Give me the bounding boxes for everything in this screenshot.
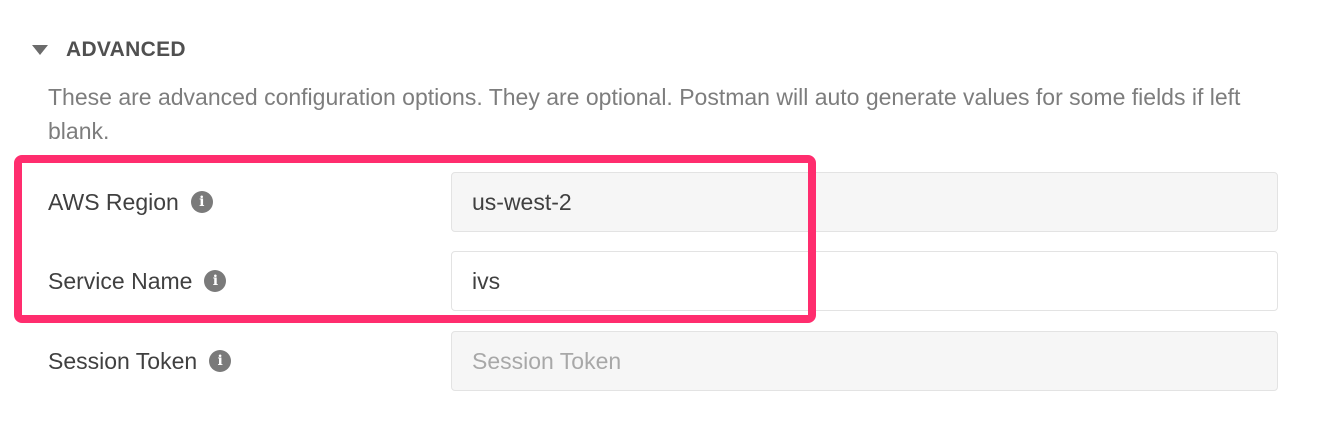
info-icon[interactable]: i xyxy=(204,270,227,292)
aws-region-input[interactable] xyxy=(451,172,1278,232)
section-title: ADVANCED xyxy=(66,38,186,61)
aws-region-row: AWS Region i xyxy=(0,172,1318,232)
service-name-input[interactable] xyxy=(451,251,1278,311)
session-token-row: Session Token i xyxy=(0,331,1318,391)
advanced-settings-panel: ADVANCED These are advanced configuratio… xyxy=(0,0,1318,442)
service-name-label: Service Name i xyxy=(48,251,227,311)
service-name-row: Service Name i xyxy=(0,251,1318,311)
aws-region-label-text: AWS Region xyxy=(48,188,179,215)
session-token-label: Session Token i xyxy=(48,331,232,391)
caret-down-icon[interactable] xyxy=(32,45,48,55)
service-name-label-text: Service Name xyxy=(48,267,193,294)
advanced-section-toggle[interactable]: ADVANCED xyxy=(32,38,186,62)
session-token-input[interactable] xyxy=(451,331,1278,391)
info-icon[interactable]: i xyxy=(209,350,232,372)
section-description: These are advanced configuration options… xyxy=(48,84,1241,144)
info-icon[interactable]: i xyxy=(190,191,213,213)
aws-region-label: AWS Region i xyxy=(48,172,213,232)
session-token-label-text: Session Token xyxy=(48,347,198,374)
